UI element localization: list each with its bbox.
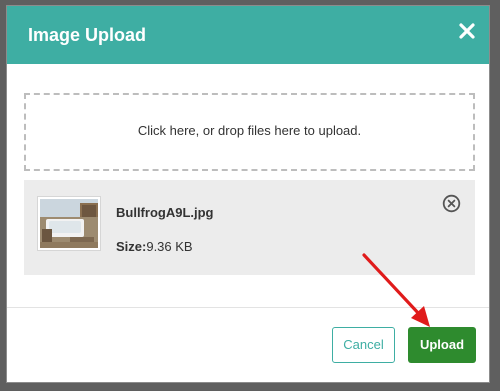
uploaded-file-card: BullfrogA9L.jpg Size:9.36 KB [24,180,475,275]
file-name: BullfrogA9L.jpg [116,205,214,220]
dropzone-text: Click here, or drop files here to upload… [137,123,362,138]
footer-divider [7,307,489,308]
image-upload-modal: Image Upload Click here, or drop files h… [6,5,490,383]
modal-header: Image Upload [7,6,489,64]
close-icon [459,23,475,39]
file-size: Size:9.36 KB [116,239,193,254]
file-dropzone[interactable]: Click here, or drop files here to upload… [24,93,475,171]
upload-button[interactable]: Upload [408,327,476,363]
file-size-label: Size: [116,239,147,254]
close-button[interactable] [457,21,477,41]
cancel-button[interactable]: Cancel [332,327,395,363]
hot-tub-thumbnail-image [40,199,98,248]
modal-title: Image Upload [28,25,147,45]
file-size-value: 9.36 KB [146,239,193,254]
file-thumbnail [37,196,101,251]
remove-circle-icon [442,194,461,213]
remove-file-button[interactable] [442,194,461,213]
